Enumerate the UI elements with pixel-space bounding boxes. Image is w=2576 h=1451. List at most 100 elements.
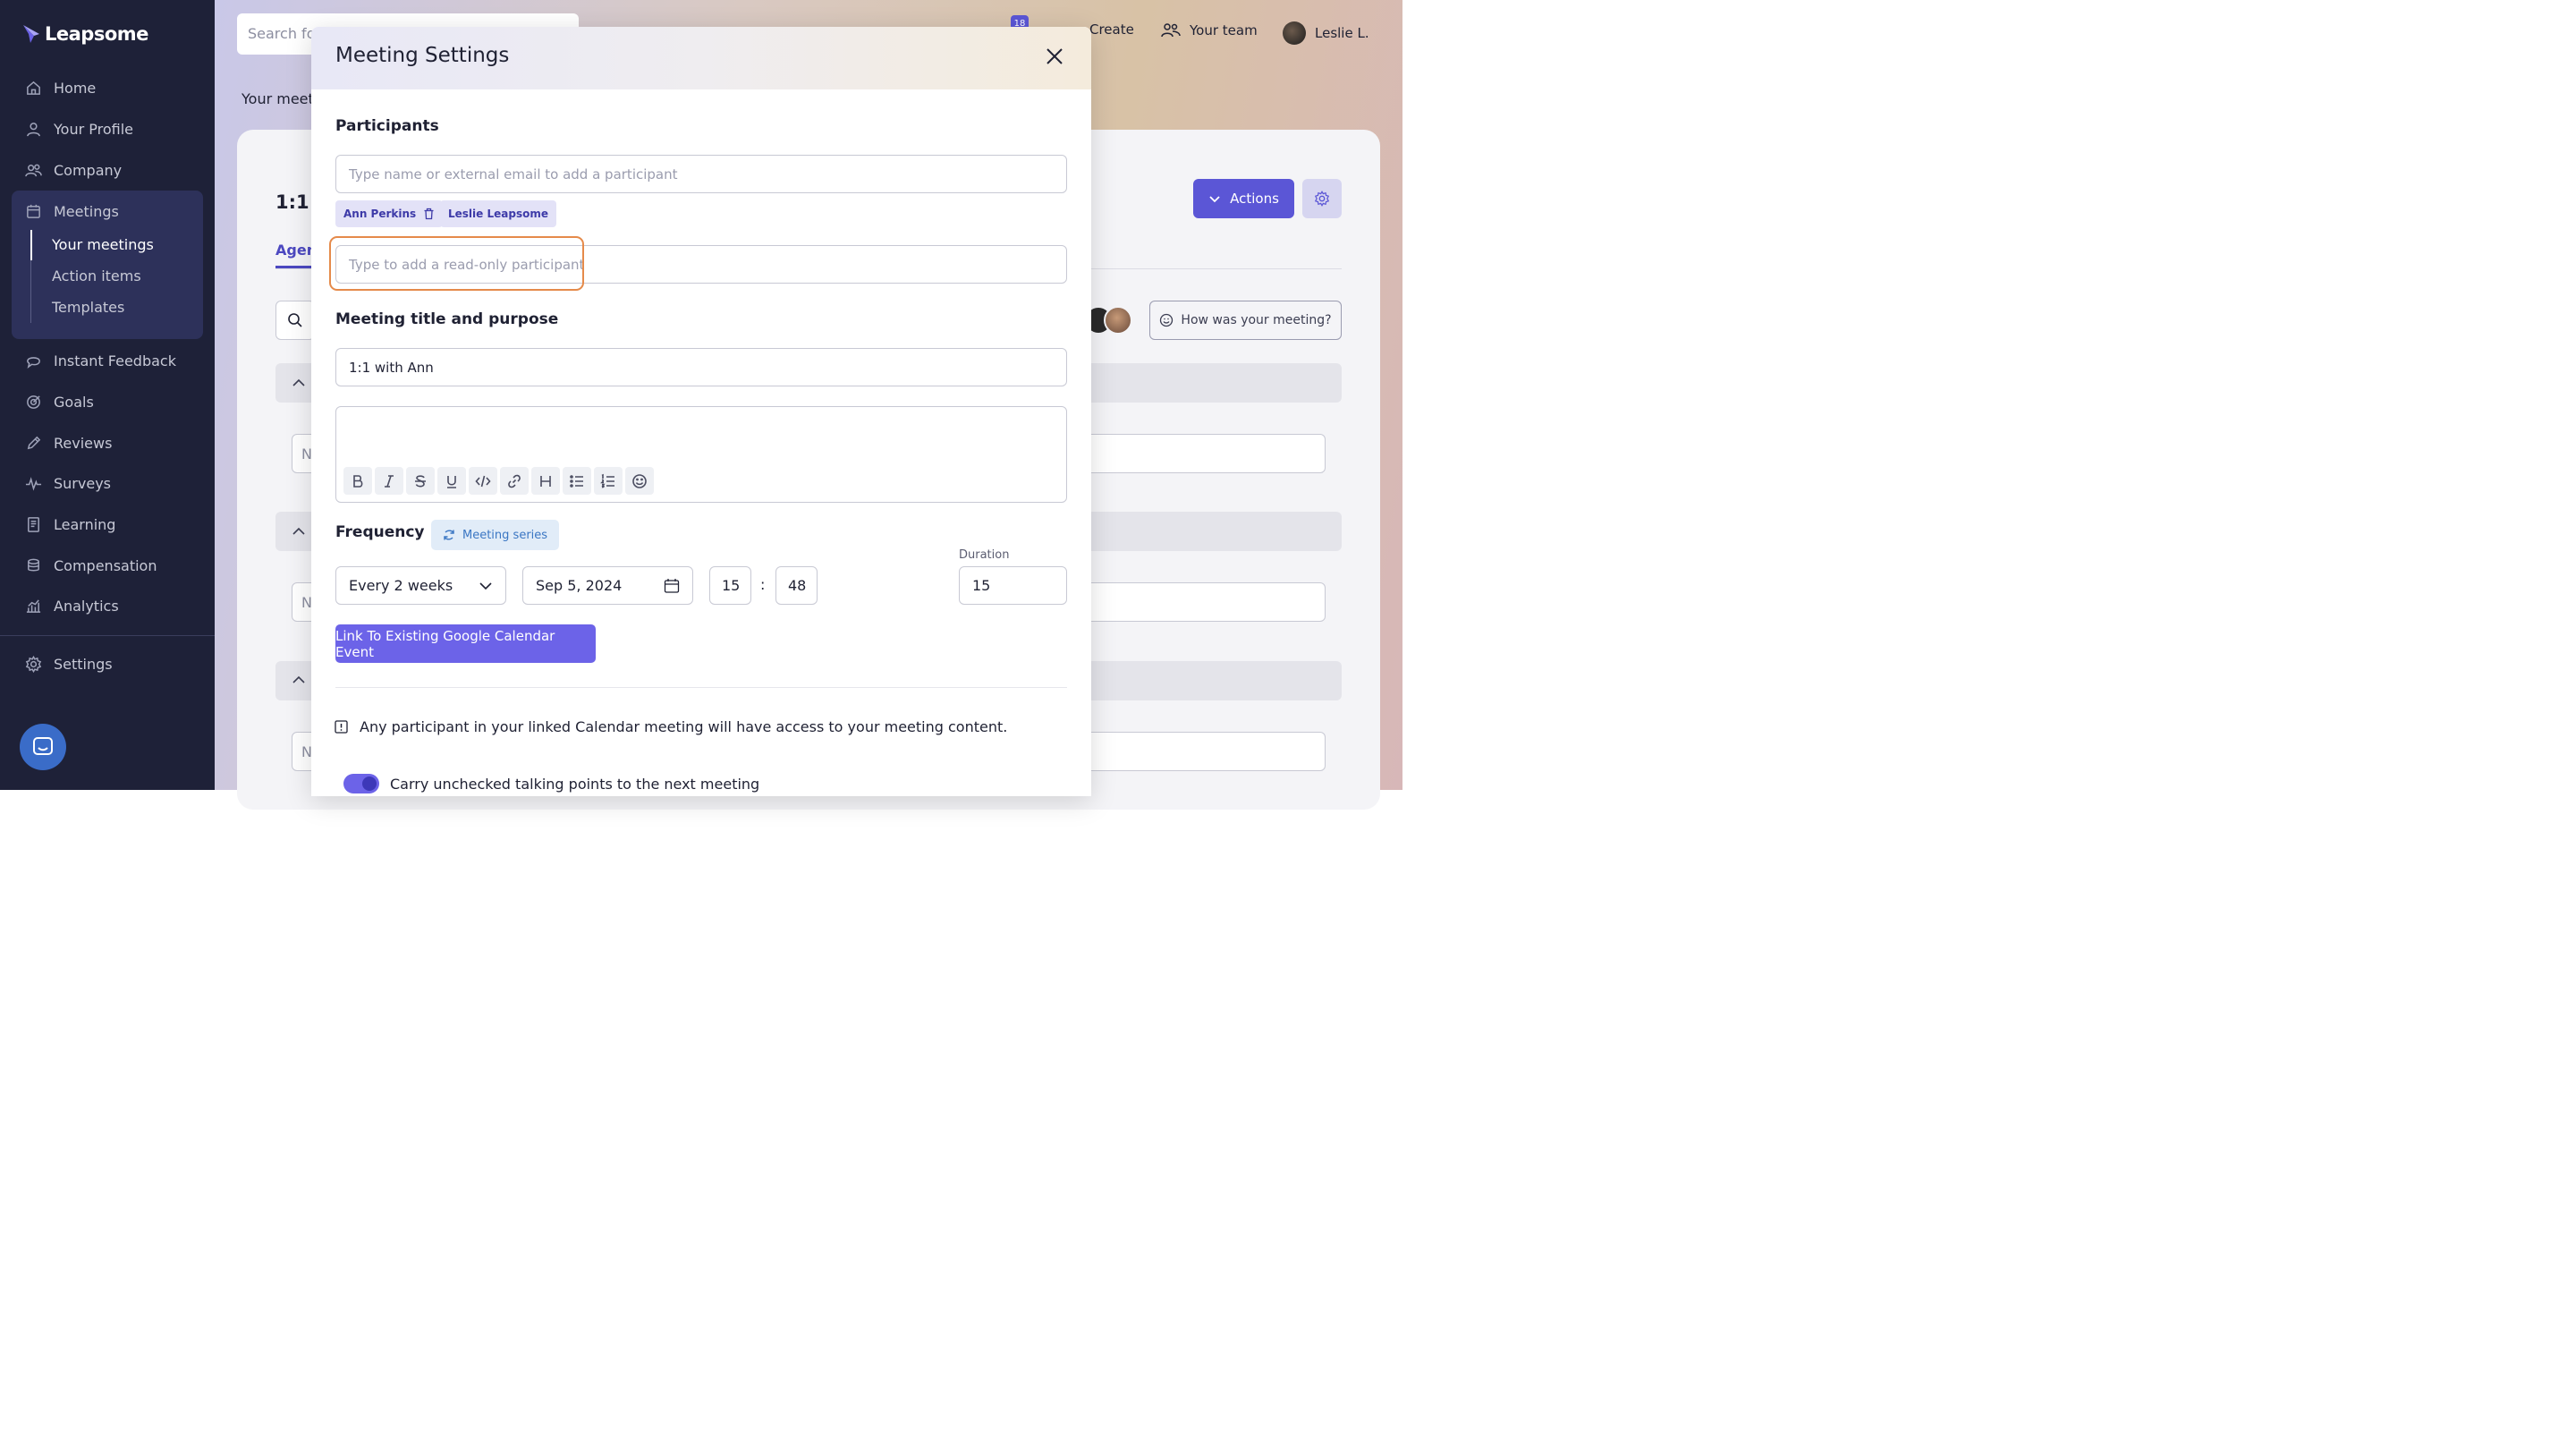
duration-input[interactable]: 15 — [959, 566, 1067, 605]
sidebar-subitem-your-meetings[interactable]: Your meetings — [52, 236, 154, 253]
sidebar-subitem-templates[interactable]: Templates — [52, 299, 124, 316]
sidebar-item-meetings[interactable]: Meetings — [25, 199, 119, 223]
participant-avatars — [1084, 306, 1134, 335]
duration-label: Duration — [959, 548, 1010, 562]
your-team-button[interactable]: Your team — [1161, 21, 1258, 39]
chevron-up-icon[interactable] — [292, 524, 306, 539]
pulse-icon — [25, 476, 42, 491]
bullet-list-icon — [570, 474, 583, 488]
heading-icon — [540, 475, 551, 487]
support-chat-button[interactable] — [20, 724, 66, 770]
your-team-label: Your team — [1190, 22, 1258, 38]
code-button[interactable] — [469, 467, 497, 495]
calendar-icon — [664, 578, 680, 593]
duration-value: 15 — [972, 577, 991, 594]
meeting-series-label: Meeting series — [462, 528, 548, 542]
sidebar-item-your-profile[interactable]: Your Profile — [25, 117, 133, 140]
actions-button[interactable]: Actions — [1193, 179, 1294, 218]
search-icon — [288, 313, 302, 327]
sidebar-item-label: Settings — [54, 655, 113, 673]
sidebar-item-label: Surveys — [54, 474, 111, 492]
underline-button[interactable] — [437, 467, 466, 495]
code-icon — [475, 475, 491, 487]
heading-button[interactable] — [531, 467, 560, 495]
numbered-list-button[interactable] — [594, 467, 623, 495]
start-date-picker[interactable]: Sep 5, 2024 — [522, 566, 693, 605]
smiley-icon — [632, 473, 647, 488]
team-icon — [1161, 23, 1181, 38]
user-name: Leslie L. — [1315, 25, 1369, 41]
carry-talking-points-label: Carry unchecked talking points to the ne… — [390, 775, 760, 793]
trash-icon[interactable] — [423, 208, 435, 220]
sidebar-item-label: Home — [54, 79, 97, 97]
link-button[interactable] — [500, 467, 529, 495]
create-button[interactable]: Create — [1089, 21, 1134, 38]
calendar-icon — [27, 204, 40, 218]
sidebar-item-goals[interactable]: Goals — [25, 390, 94, 413]
smiley-icon — [1160, 313, 1174, 327]
agenda-search-button[interactable] — [275, 301, 315, 340]
modal-header: Meeting Settings — [311, 27, 1091, 89]
chart-icon — [26, 598, 41, 613]
participant-input[interactable]: Type name or external email to add a par… — [335, 155, 1067, 193]
section-divider — [335, 687, 1067, 688]
frequency-heading: Frequency — [335, 523, 425, 541]
chevron-up-icon[interactable] — [292, 376, 306, 390]
sidebar-subitem-action-items[interactable]: Action items — [52, 267, 141, 284]
underline-icon — [447, 475, 456, 488]
minute-value: 48 — [788, 577, 807, 594]
meeting-title-heading: Meeting title and purpose — [335, 310, 559, 328]
modal-title: Meeting Settings — [335, 44, 510, 67]
participant-chip[interactable]: Ann Perkins — [335, 200, 444, 227]
gear-icon — [1314, 191, 1330, 207]
breadcrumb[interactable]: Your meeti — [242, 90, 318, 107]
sidebar-item-reviews[interactable]: Reviews — [25, 431, 112, 454]
chip-label: Ann Perkins — [343, 208, 417, 220]
bullet-list-button[interactable] — [563, 467, 591, 495]
meeting-title-input[interactable]: 1:1 with Ann — [335, 348, 1067, 386]
sidebar-item-analytics[interactable]: Analytics — [25, 594, 119, 617]
carry-talking-points-toggle[interactable] — [343, 774, 379, 793]
chip-label: Leslie Leapsome — [448, 208, 548, 220]
chevron-up-icon[interactable] — [292, 673, 306, 687]
sidebar-item-settings[interactable]: Settings — [25, 652, 113, 675]
close-icon[interactable] — [1043, 45, 1066, 68]
leapsome-logo-icon — [23, 25, 39, 43]
strikethrough-button[interactable] — [406, 467, 435, 495]
italic-icon — [385, 474, 394, 488]
sidebar-item-label: Goals — [54, 393, 94, 411]
sidebar-item-label: Reviews — [54, 434, 113, 452]
emoji-button[interactable] — [625, 467, 654, 495]
how-was-label: How was your meeting? — [1181, 313, 1332, 327]
minute-input[interactable]: 48 — [775, 566, 818, 605]
logo[interactable]: Leapsome — [21, 23, 148, 45]
link-icon — [508, 474, 521, 488]
sidebar-item-compensation[interactable]: Compensation — [25, 554, 157, 577]
sidebar-item-home[interactable]: Home — [25, 76, 96, 99]
how-was-meeting-button[interactable]: How was your meeting? — [1149, 301, 1342, 340]
user-menu[interactable]: Leslie L. — [1283, 21, 1369, 45]
meeting-settings-button[interactable] — [1302, 179, 1342, 218]
bold-button[interactable] — [343, 467, 372, 495]
link-google-calendar-button[interactable]: Link To Existing Google Calendar Event — [335, 624, 596, 663]
calendar-access-text: Any participant in your linked Calendar … — [360, 718, 1008, 735]
hour-input[interactable]: 15 — [709, 566, 751, 605]
meeting-series-badge[interactable]: Meeting series — [431, 520, 560, 550]
book-icon — [28, 516, 39, 532]
editor-toolbar — [343, 467, 654, 495]
logo-text: Leapsome — [45, 23, 148, 45]
purpose-editor[interactable] — [335, 406, 1067, 503]
frequency-select[interactable]: Every 2 weeks — [335, 566, 506, 605]
sidebar-item-company[interactable]: Company — [25, 158, 122, 182]
meeting-title-value: 1:1 with Ann — [349, 359, 434, 376]
sidebar-item-surveys[interactable]: Surveys — [25, 471, 111, 495]
calendar-access-notice: Any participant in your linked Calendar … — [335, 718, 1007, 735]
chevron-down-icon — [479, 581, 492, 590]
italic-button[interactable] — [375, 467, 403, 495]
actions-label: Actions — [1230, 191, 1279, 207]
start-date-value: Sep 5, 2024 — [536, 577, 623, 594]
sidebar-item-instant-feedback[interactable]: Instant Feedback — [25, 349, 176, 372]
participant-chip[interactable]: Leslie Leapsome — [440, 200, 556, 227]
sidebar-item-label: Instant Feedback — [54, 352, 176, 369]
sidebar-item-learning[interactable]: Learning — [25, 513, 115, 536]
